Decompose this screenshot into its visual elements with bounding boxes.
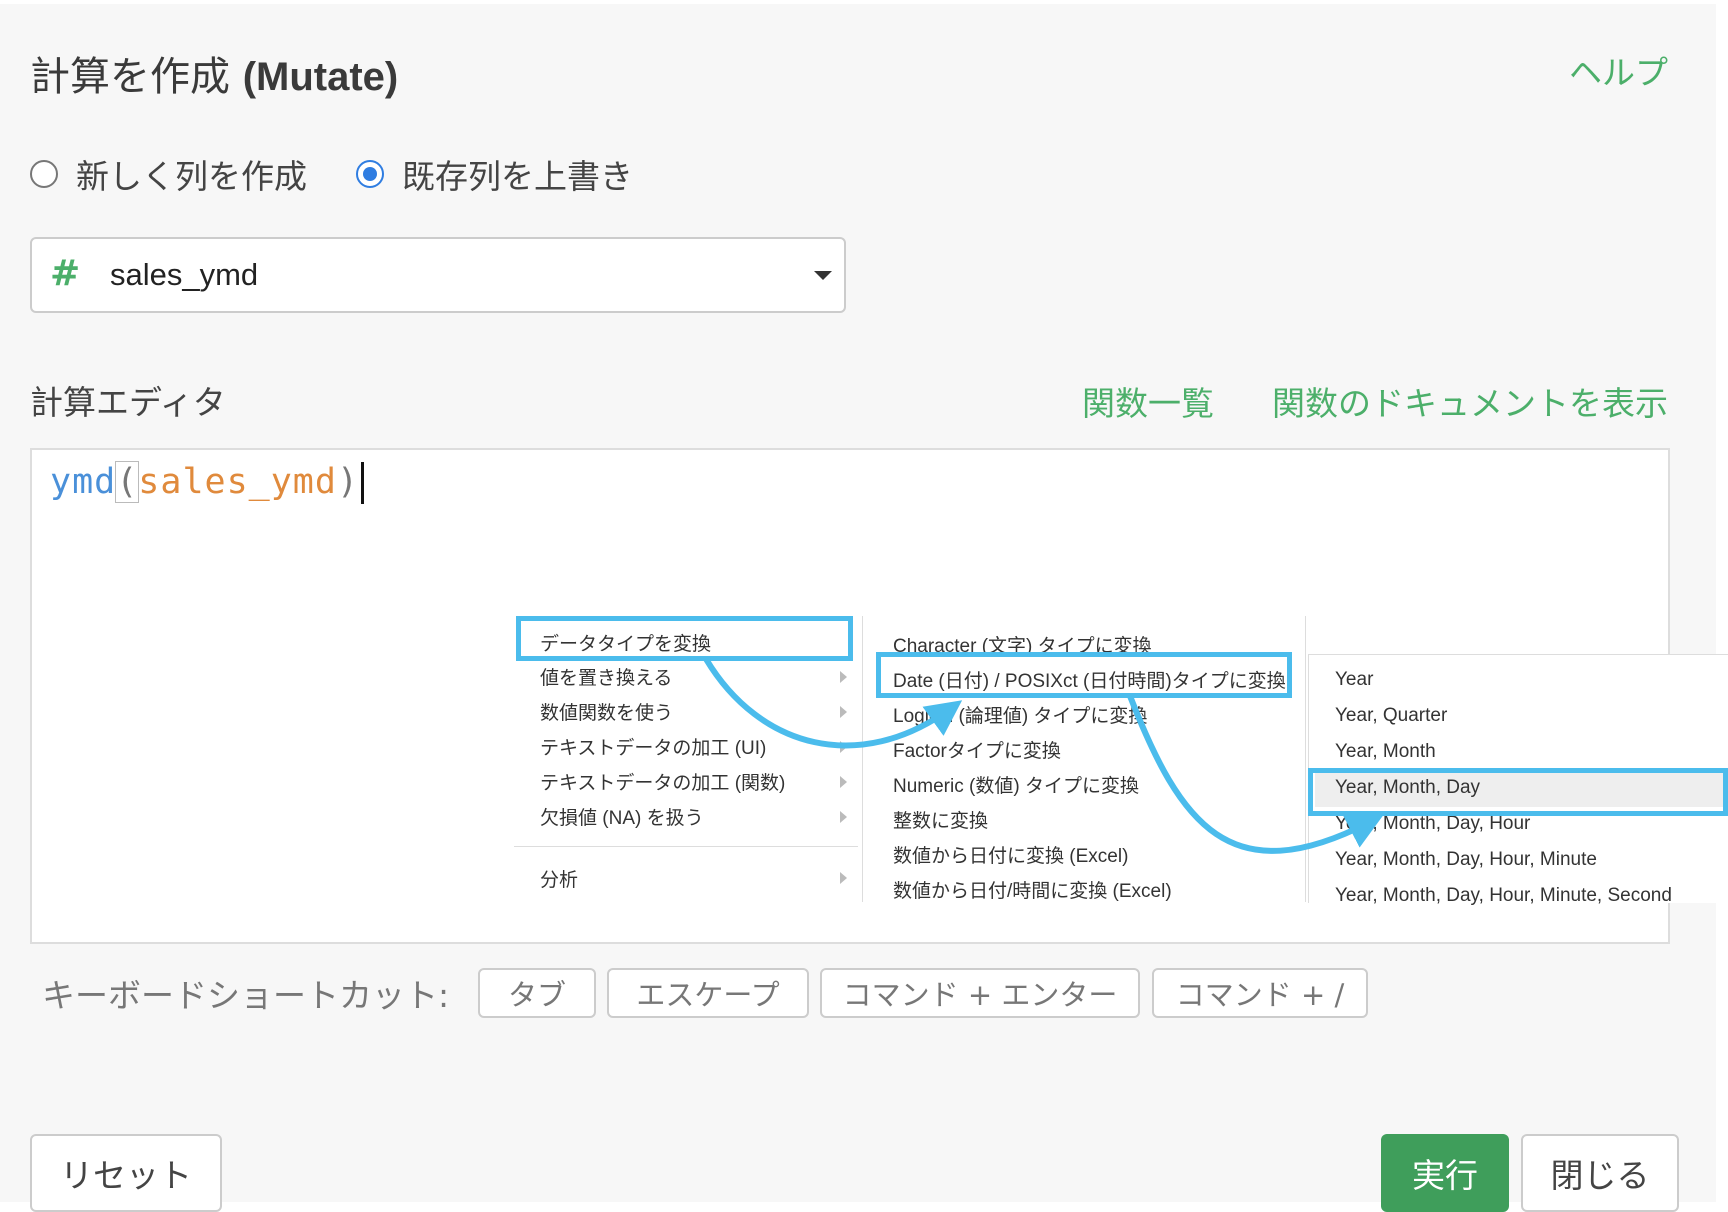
annotation-arrows	[703, 657, 1384, 854]
reset-button[interactable]: リセット	[30, 1134, 222, 1212]
annotation-arrow-1	[703, 657, 963, 749]
run-button[interactable]: 実行	[1381, 1134, 1509, 1212]
keyboard-shortcuts-label: キーボードショートカット:	[42, 976, 450, 1015]
shortcut-tab: タブ	[478, 968, 596, 1018]
annotation-arrow-2	[1127, 694, 1384, 854]
close-button[interactable]: 閉じる	[1521, 1134, 1679, 1212]
shortcut-escape: エスケープ	[607, 968, 809, 1018]
shortcut-command-enter: コマンド + エンター	[820, 968, 1140, 1018]
shortcut-command-slash: コマンド + /	[1152, 968, 1368, 1018]
mutate-dialog: 計算を作成 (Mutate) ヘルプ 新しく列を作成 既存列を上書き # sal…	[0, 4, 1728, 1212]
